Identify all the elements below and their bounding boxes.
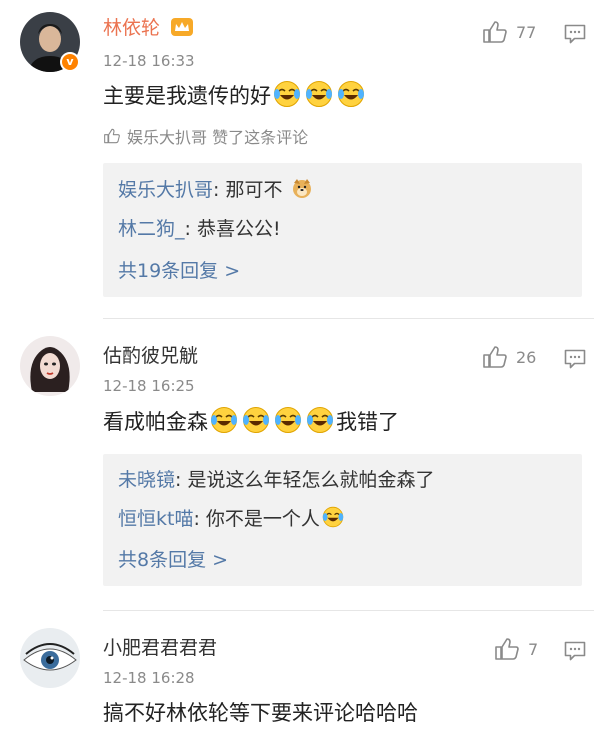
more-replies-link[interactable]: 共19条回复 > [118, 259, 240, 283]
laugh-cry-emoji [337, 80, 365, 108]
reply-panel: 娱乐大扒哥: 那可不 林二狗_: 恭喜公公! 共19条回复 > [103, 163, 582, 297]
like-button[interactable]: 77 [482, 20, 536, 44]
comment-text: 搞不好林依轮等下要来评论哈哈哈 [103, 701, 418, 725]
reply-panel: 未晓镜: 是说这么年轻怎么就帕金森了 恒恒kt喵: 你不是一个人 共8条回复 > [103, 454, 582, 586]
reply-author[interactable]: 恒恒kt喵 [118, 508, 193, 530]
reply-item[interactable]: 恒恒kt喵: 你不是一个人 [118, 506, 346, 531]
thumb-up-icon [103, 128, 121, 144]
reply-item[interactable]: 娱乐大扒哥: 那可不 [118, 177, 315, 202]
reply-author[interactable]: 娱乐大扒哥 [118, 179, 213, 201]
reply-author[interactable]: 未晓镜 [118, 469, 175, 491]
more-replies-link[interactable]: 共8条回复 > [118, 548, 228, 572]
divider [103, 610, 594, 611]
like-count: 77 [516, 22, 537, 42]
laugh-cry-emoji [305, 80, 333, 108]
username[interactable]: 小肥君君君君 [103, 636, 217, 660]
thumb-up-icon [482, 20, 508, 44]
comment-icon[interactable] [564, 349, 586, 369]
divider [103, 318, 594, 319]
username[interactable]: 估酌彼兕觥 [103, 344, 198, 368]
laugh-cry-emoji [274, 406, 302, 434]
laugh-cry-emoji [306, 406, 334, 434]
username[interactable]: 林依轮 [103, 16, 194, 40]
reply-text: 那可不 [225, 179, 283, 201]
comment-text: 主要是我遗传的好 [103, 80, 367, 111]
like-count: 7 [528, 639, 539, 659]
comment-icon[interactable] [564, 641, 586, 661]
comment-time: 12-18 16:33 [103, 52, 195, 70]
comment-item: 小肥君君君君 12-18 16:28 7 搞不好林依轮等下要来评论哈哈哈 [0, 612, 594, 744]
avatar[interactable] [20, 336, 80, 396]
reply-text: 恭喜公公! [196, 218, 281, 240]
doge-emoji [292, 179, 311, 198]
laugh-cry-emoji [242, 406, 270, 434]
liked-by[interactable]: 娱乐大扒哥 赞了这条评论 [103, 124, 308, 148]
like-button[interactable]: 26 [482, 345, 536, 369]
thumb-up-icon [482, 345, 508, 369]
like-button[interactable]: 7 [494, 637, 538, 661]
laugh-cry-emoji [210, 406, 238, 434]
comment-icon[interactable] [564, 24, 586, 44]
reply-item[interactable]: 未晓镜: 是说这么年轻怎么就帕金森了 [118, 468, 434, 492]
comment-time: 12-18 16:28 [103, 669, 195, 687]
reply-text: 是说这么年轻怎么就帕金森了 [187, 469, 435, 491]
comment-text: 看成帕金森 我错了 [103, 406, 399, 437]
reply-text: 你不是一个人 [205, 508, 320, 530]
comment-time: 12-18 16:25 [103, 377, 195, 395]
crown-icon [171, 18, 194, 36]
laugh-cry-emoji [273, 80, 301, 108]
thumb-up-icon [494, 637, 520, 661]
reply-item[interactable]: 林二狗_: 恭喜公公! [118, 217, 281, 241]
like-count: 26 [516, 347, 537, 367]
comment-item: 估酌彼兕觥 12-18 16:25 26 看成帕金森 我错了 未晓镜: 是说这么年… [0, 320, 594, 610]
reply-author[interactable]: 林二狗_ [118, 218, 185, 240]
comment-item: v 林依轮 12-18 16:33 77 主要是我遗传的好 娱乐大扒哥 赞了这条… [0, 0, 594, 320]
verified-badge-icon: v [60, 52, 80, 72]
laugh-cry-emoji [322, 506, 344, 528]
avatar[interactable] [20, 628, 80, 688]
